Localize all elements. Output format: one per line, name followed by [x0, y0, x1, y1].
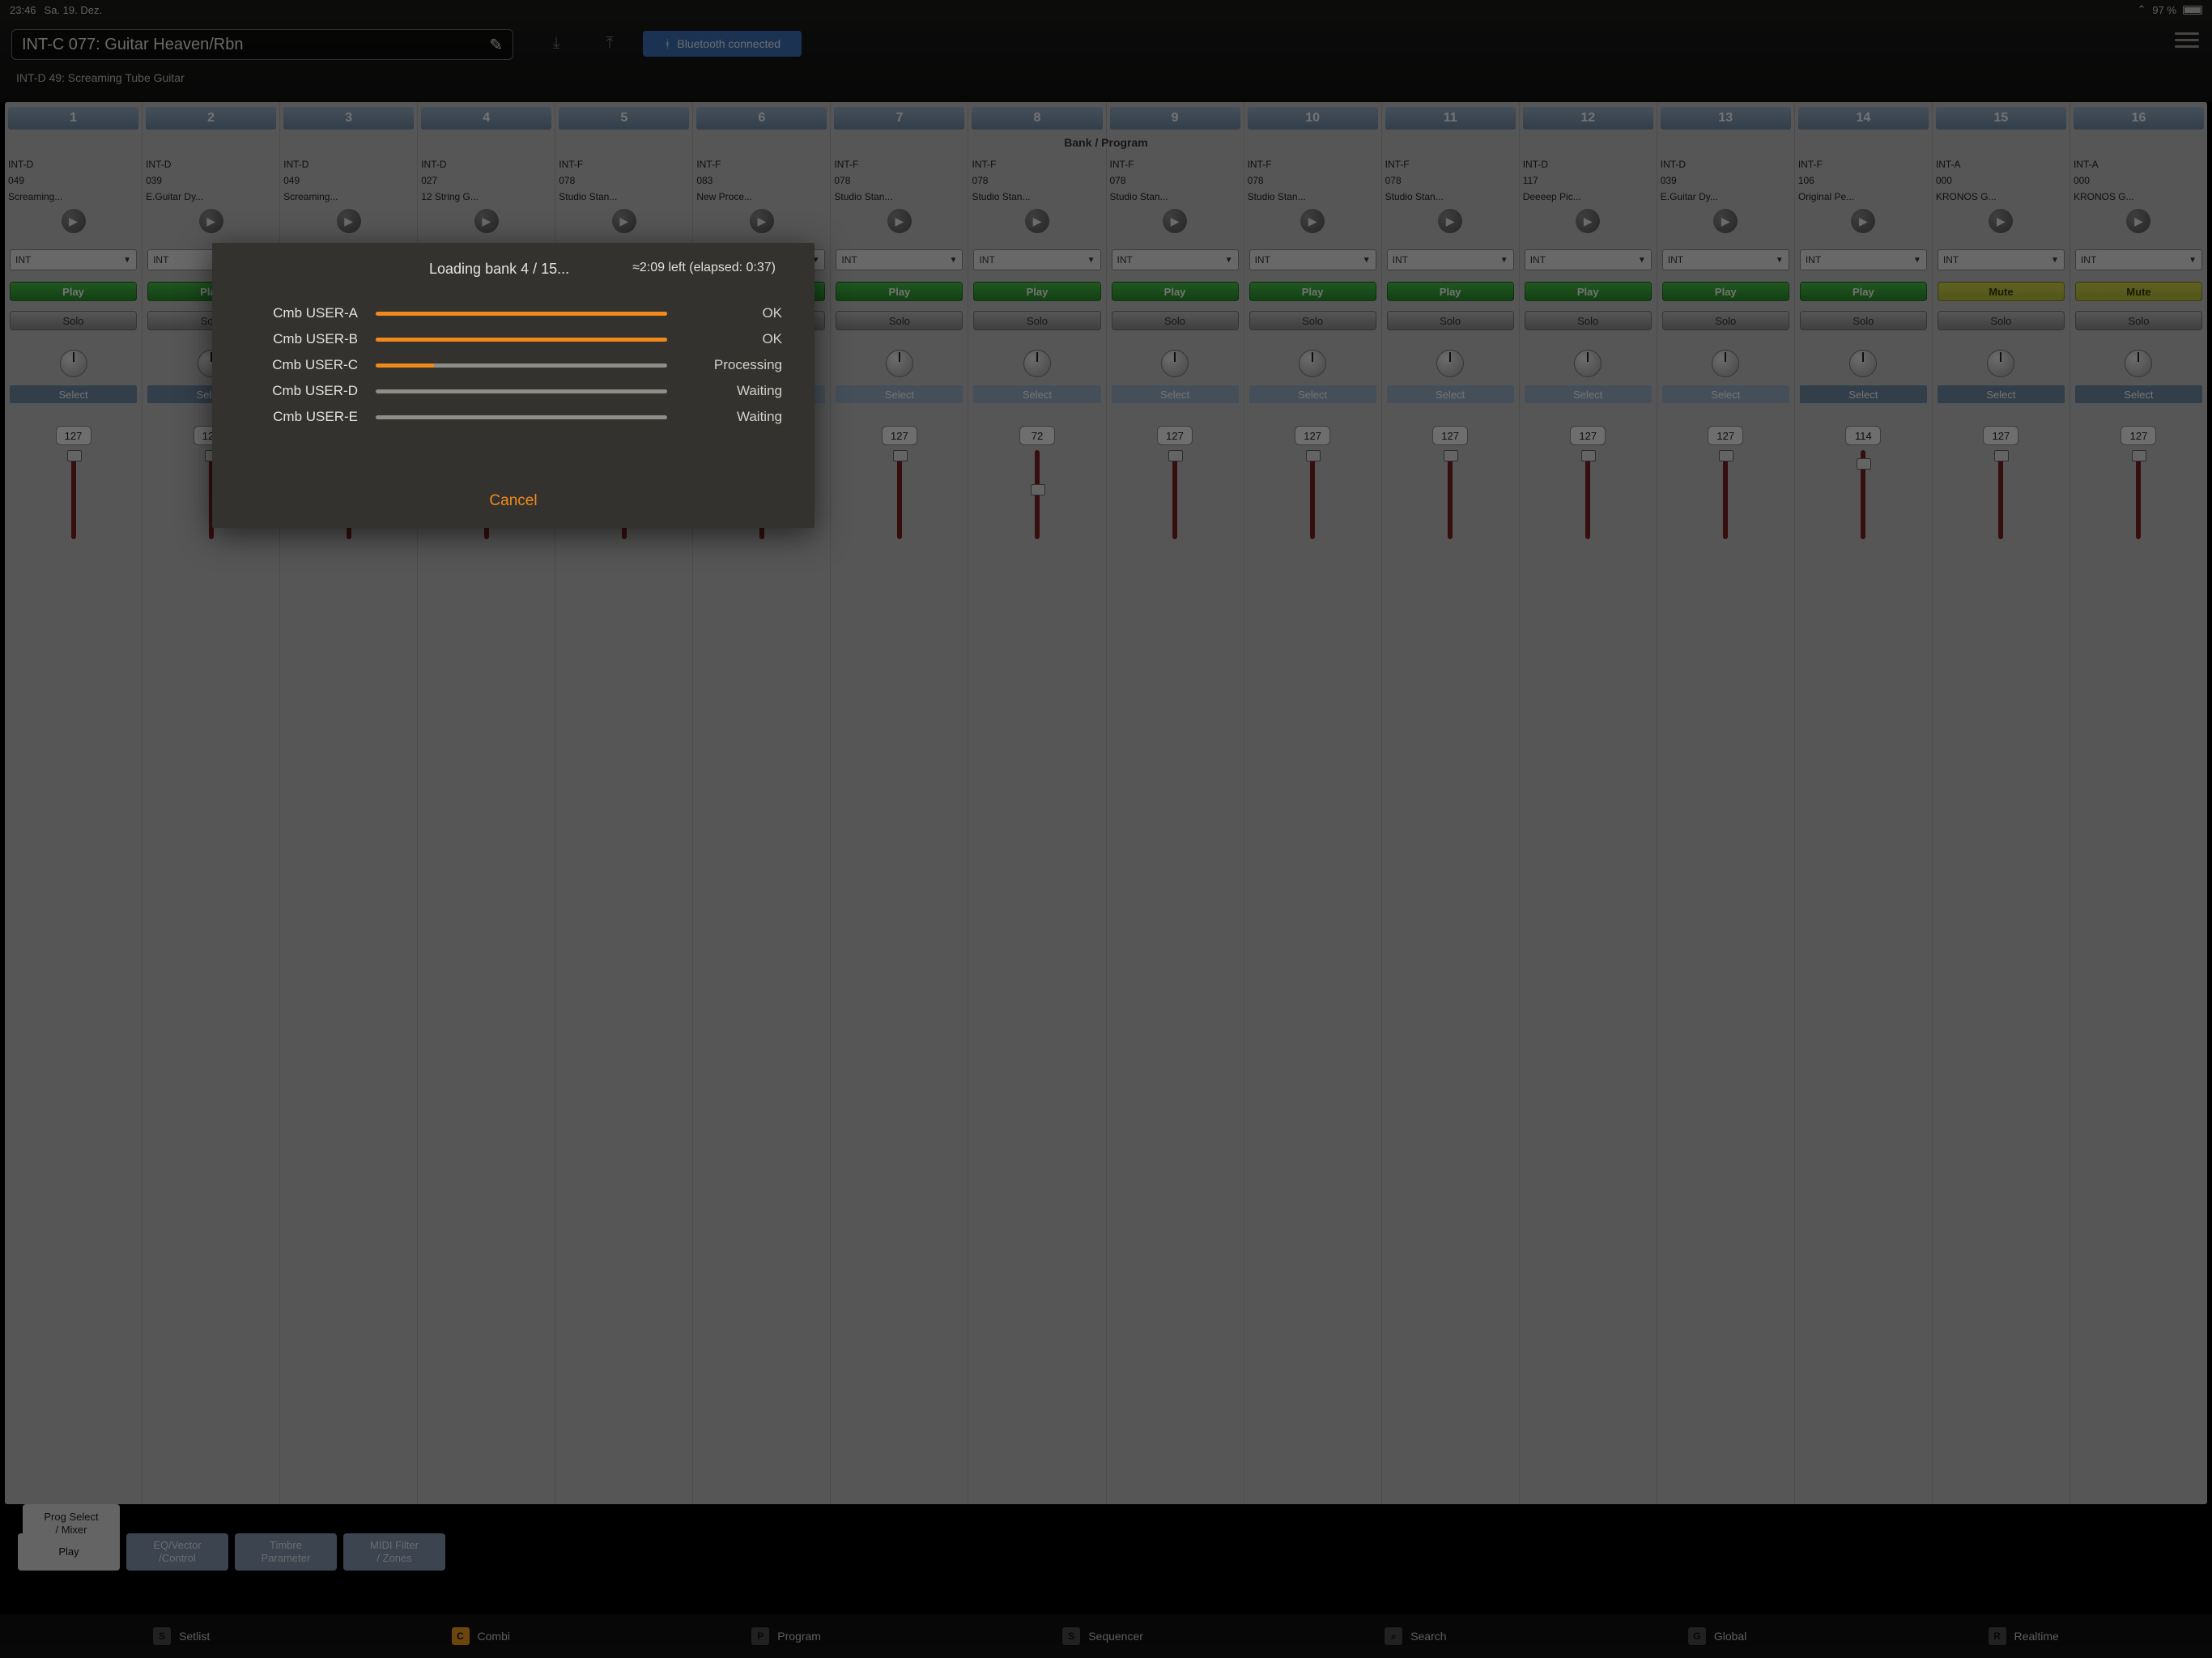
progress-row: Cmb USER-B OK — [245, 326, 782, 352]
progress-row: Cmb USER-C Processing — [245, 352, 782, 378]
progress-row: Cmb USER-D Waiting — [245, 378, 782, 404]
progress-label: Cmb USER-C — [245, 357, 358, 373]
progress-status: Waiting — [685, 409, 782, 425]
progress-label: Cmb USER-A — [245, 305, 358, 321]
progress-label: Cmb USER-D — [245, 383, 358, 399]
progress-label: Cmb USER-E — [245, 409, 358, 425]
dialog-title: Loading bank 4 / 15... — [429, 261, 569, 278]
cancel-button[interactable]: Cancel — [212, 492, 815, 510]
progress-status: OK — [685, 331, 782, 347]
progress-status: Processing — [685, 357, 782, 373]
progress-status: OK — [685, 305, 782, 321]
progress-bar — [376, 363, 667, 368]
progress-row: Cmb USER-E Waiting — [245, 404, 782, 430]
progress-bar — [376, 338, 667, 342]
progress-row: Cmb USER-A OK — [245, 300, 782, 326]
progress-bar — [376, 415, 667, 419]
progress-bar — [376, 389, 667, 393]
dialog-time: ≈2:09 left (elapsed: 0:37) — [632, 261, 776, 278]
progress-status: Waiting — [685, 383, 782, 399]
loading-dialog: Loading bank 4 / 15... ≈2:09 left (elaps… — [212, 243, 815, 528]
progress-label: Cmb USER-B — [245, 331, 358, 347]
progress-bar — [376, 312, 667, 316]
